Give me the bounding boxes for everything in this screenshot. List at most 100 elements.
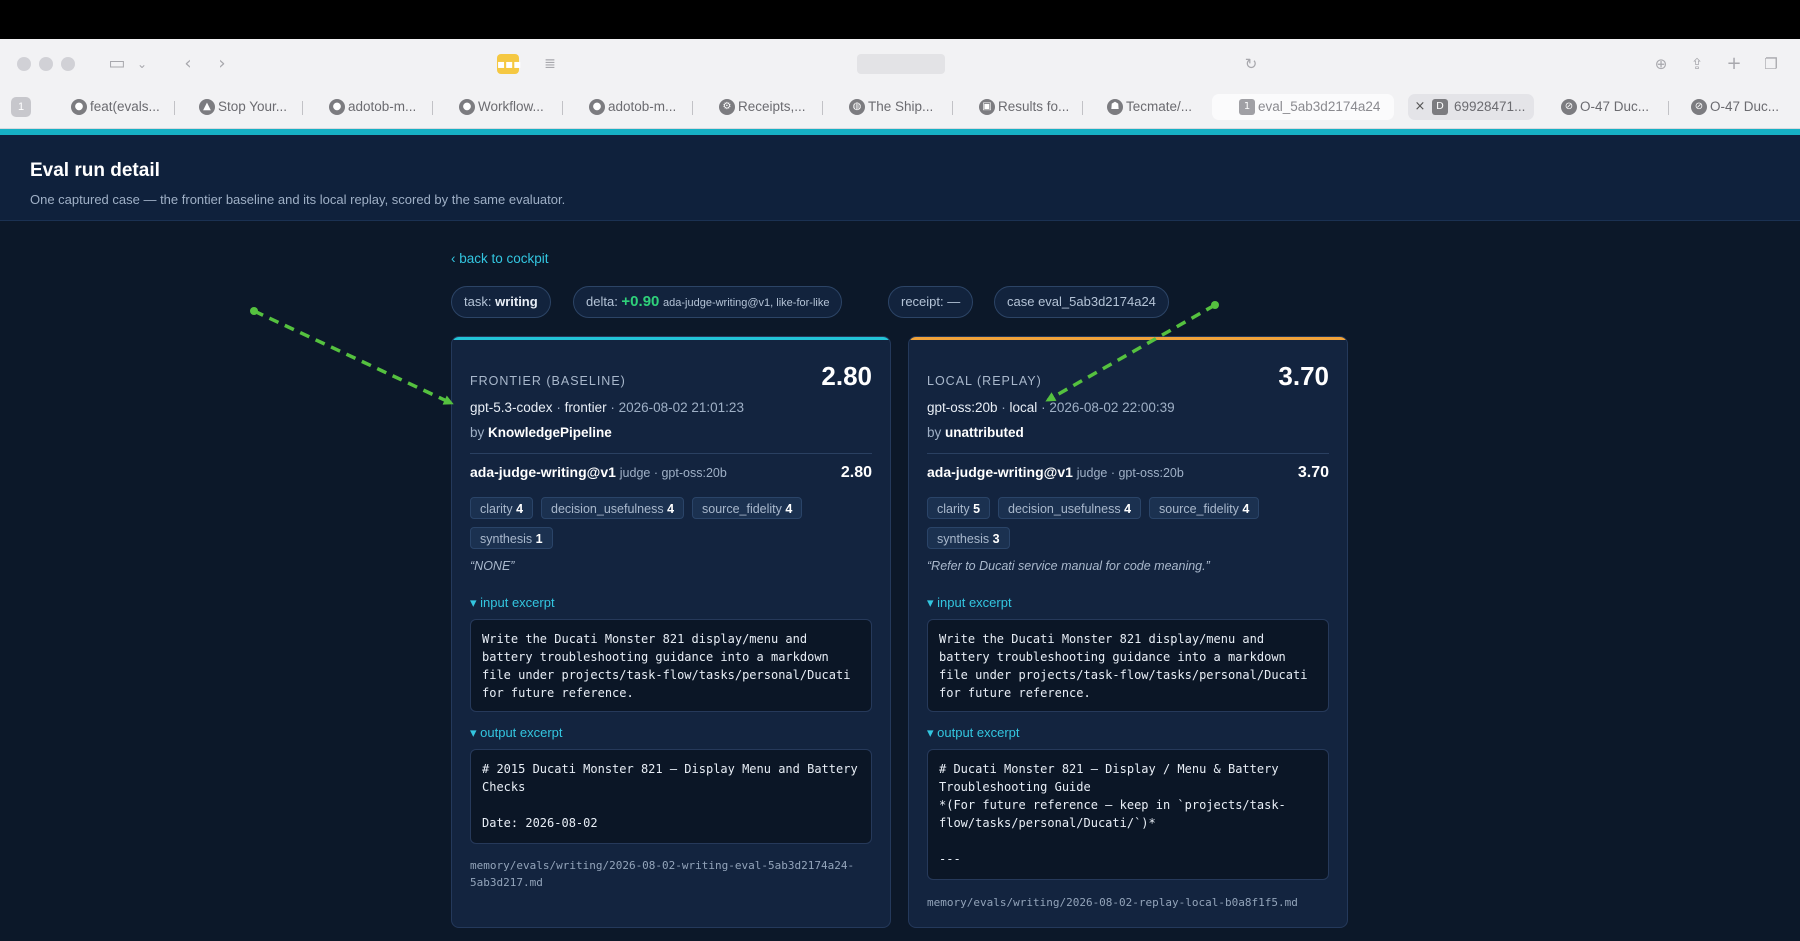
download-icon[interactable]: ⊕ [1650, 52, 1672, 76]
output-excerpt: # 2015 Ducati Monster 821 — Display Menu… [470, 749, 872, 844]
close-window-button[interactable] [17, 57, 31, 71]
tab[interactable]: ● adotob-m... [586, 94, 686, 120]
criterion-pill: clarity 4 [470, 497, 534, 519]
artifact-path: memory/evals/writing/2026-08-02-writing-… [470, 859, 855, 889]
sidebar-icon[interactable]: ▭ [100, 52, 134, 76]
criterion-pill: decision_usefulness 4 [541, 497, 685, 519]
tab[interactable]: ● adotob-m... [326, 94, 426, 120]
tab-count-badge[interactable]: 1 [11, 97, 31, 117]
link-icon: ⊘ [1691, 99, 1707, 115]
gear-icon: ⚙ [719, 99, 735, 115]
output-excerpt-toggle[interactable]: ▾ output excerpt [470, 725, 563, 741]
tab[interactable]: ◍ The Ship... [846, 94, 946, 120]
extension-icon[interactable]: ▪▪▪ [497, 54, 521, 74]
github-icon: ● [329, 99, 345, 115]
page-subtitle: One captured case — the frontier baselin… [30, 192, 566, 207]
robot-icon: ☗ [1107, 99, 1123, 115]
share-icon[interactable]: ⇪ [1686, 52, 1708, 76]
overall-score: 2.80 [821, 361, 872, 391]
output-excerpt-toggle[interactable]: ▾ output excerpt [927, 725, 1020, 741]
page: Eval run detail One captured case — the … [0, 129, 1800, 941]
tab-separator [562, 101, 563, 115]
browser-toolbar: ▭ ⌄ ‹ › ▪▪▪ ≣ ↻ ⊕ ⇪ + ❐ [0, 39, 1800, 89]
tab-active[interactable]: 1 eval_5ab3d2174a24 [1212, 94, 1394, 120]
page-title: Eval run detail [30, 160, 160, 181]
link-icon: ⊘ [1561, 99, 1577, 115]
judge-name: ada-judge-writing@v1 judge · gpt-oss:20b [470, 464, 727, 480]
criterion-pill: synthesis 3 [927, 527, 1010, 549]
tab-separator [822, 101, 823, 115]
criterion-pill: source_fidelity 4 [1149, 497, 1260, 519]
judge-score: 3.70 [1297, 464, 1329, 481]
judge-score: 2.80 [840, 464, 872, 481]
triangle-icon: ▲ [199, 99, 215, 115]
tab-overview-icon[interactable]: ❐ [1760, 52, 1782, 76]
tab[interactable]: × D 69928471... [1408, 94, 1534, 120]
minimize-window-button[interactable] [39, 57, 53, 71]
criterion-pill: synthesis 1 [470, 527, 553, 549]
tab-separator [952, 101, 953, 115]
card-top-accent [909, 337, 1347, 340]
screen: ▭ ⌄ ‹ › ▪▪▪ ≣ ↻ ⊕ ⇪ + ❐ 1 ● feat(evals...… [0, 0, 1800, 941]
judge-rationale: “NONE” [470, 559, 515, 573]
github-icon: ● [459, 99, 475, 115]
chevron-down-icon[interactable]: ⌄ [134, 52, 150, 76]
frontier-card: FRONTIER (BASELINE) 2.80 gpt-5.3-codex ·… [451, 336, 891, 928]
github-icon: ● [71, 99, 87, 115]
delta-chip: delta: +0.90 ada-judge-writing@v1, like-… [573, 286, 843, 318]
card-label: LOCAL (REPLAY) [927, 374, 1042, 388]
page-icon: 1 [1239, 99, 1255, 115]
tab[interactable]: ⚙ Receipts,... [716, 94, 816, 120]
tab[interactable]: ☗ Tecmate/... [1104, 94, 1204, 120]
tab[interactable]: ⊘ O-47 Duc... [1688, 94, 1788, 120]
tab[interactable]: ● Workflow... [456, 94, 556, 120]
forward-icon[interactable]: › [210, 52, 234, 76]
reload-icon[interactable]: ↻ [1240, 52, 1262, 76]
tab[interactable]: ▲ Stop Your... [196, 94, 296, 120]
task-chip: task: writing [451, 286, 551, 318]
tab-separator [174, 101, 175, 115]
tab-separator [692, 101, 693, 115]
judge-rationale: “Refer to Ducati service manual for code… [927, 559, 1210, 573]
tab[interactable]: ⊘ O-47 Duc... [1558, 94, 1658, 120]
local-card: LOCAL (REPLAY) 3.70 gpt-oss:20b · local … [908, 336, 1348, 928]
github-icon: ● [589, 99, 605, 115]
divider [470, 453, 872, 454]
tab-bar: 1 ● feat(evals... ▲ Stop Your... ● adotob-m… [0, 91, 1800, 121]
input-excerpt-toggle[interactable]: ▾ input excerpt [927, 595, 1012, 611]
card-label: FRONTIER (BASELINE) [470, 374, 626, 388]
back-to-cockpit-link[interactable]: ‹ back to cockpit [451, 251, 549, 266]
receipt-chip: receipt: — [888, 286, 974, 318]
input-excerpt: Write the Ducati Monster 821 display/men… [470, 619, 872, 712]
divider [927, 453, 1329, 454]
top-black-bar [0, 0, 1800, 39]
back-icon[interactable]: ‹ [176, 52, 200, 76]
run-author: by KnowledgePipeline [470, 425, 612, 440]
judge-name: ada-judge-writing@v1 judge · gpt-oss:20b [927, 464, 1184, 480]
new-tab-icon[interactable]: + [1723, 52, 1745, 76]
input-excerpt-toggle[interactable]: ▾ input excerpt [470, 595, 555, 611]
artifact-path: memory/evals/writing/2026-08-02-replay-l… [927, 896, 1298, 909]
tab-separator [1668, 101, 1669, 115]
criterion-pill: clarity 5 [927, 497, 991, 519]
address-bar[interactable] [857, 54, 945, 74]
globe-icon: ◍ [849, 99, 865, 115]
run-meta: gpt-5.3-codex · frontier · 2026-08-02 21… [470, 400, 744, 415]
reader-icon[interactable]: ≣ [540, 52, 560, 76]
tab-separator [1082, 101, 1083, 115]
case-chip: case eval_5ab3d2174a24 [994, 286, 1169, 318]
delta-value: +0.90 [621, 293, 660, 310]
browser-chrome: ▭ ⌄ ‹ › ▪▪▪ ≣ ↻ ⊕ ⇪ + ❐ 1 ● feat(evals...… [0, 39, 1800, 129]
overall-score: 3.70 [1278, 361, 1329, 391]
tab[interactable]: ▣ Results fo... [976, 94, 1076, 120]
tab-separator [432, 101, 433, 115]
output-excerpt: # Ducati Monster 821 — Display / Menu & … [927, 749, 1329, 880]
tab-separator [302, 101, 303, 115]
zoom-window-button[interactable] [61, 57, 75, 71]
run-author: by unattributed [927, 425, 1024, 440]
tab[interactable]: ● feat(evals... [68, 94, 170, 120]
criterion-pill: source_fidelity 4 [692, 497, 803, 519]
close-icon[interactable]: × [1412, 99, 1428, 115]
image-icon: ▣ [979, 99, 995, 115]
input-excerpt: Write the Ducati Monster 821 display/men… [927, 619, 1329, 712]
